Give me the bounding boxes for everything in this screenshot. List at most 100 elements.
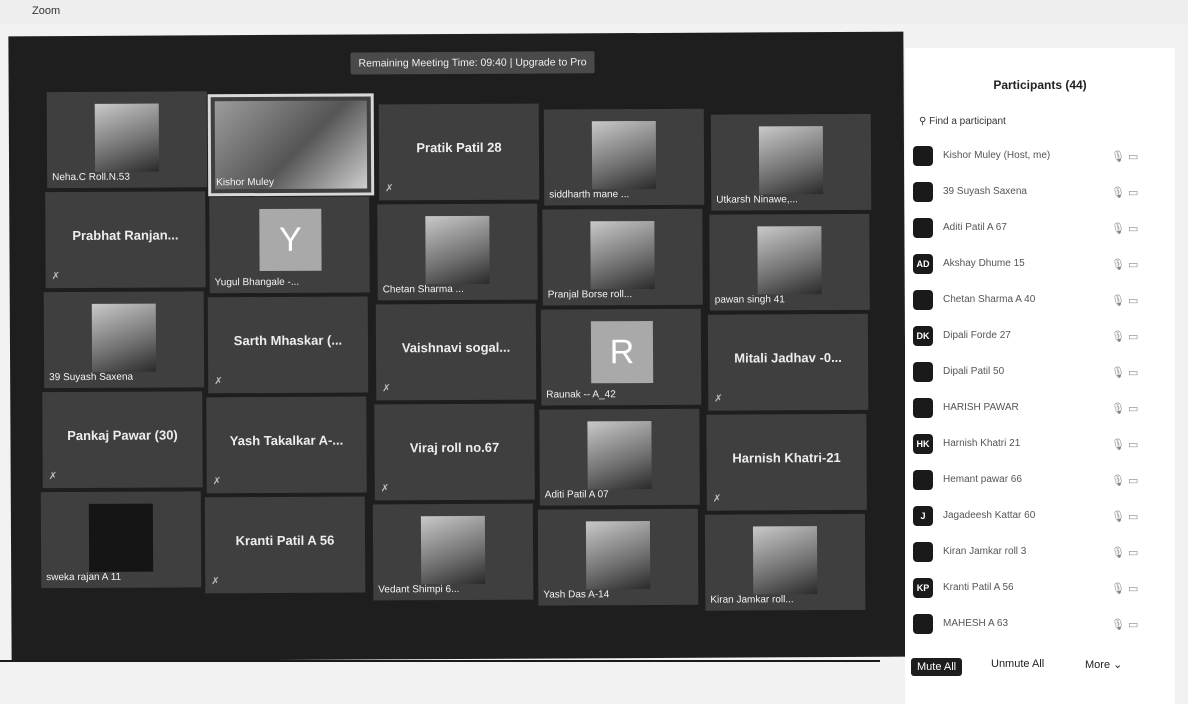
video-tile[interactable]: R Raunak -- A_42 [540,308,702,406]
video-tile[interactable]: Prabhat Ranjan... ✗ [45,191,206,289]
participant-row[interactable]: Kishor Muley (Host, me) 🎙 ▭ [905,140,1155,174]
participant-row[interactable]: 39 Suyash Saxena 🎙 ▭ [905,176,1155,210]
video-tile[interactable]: Neha.C Roll.N.53 [46,91,208,189]
video-tile[interactable]: Kiran Jamkar roll... [704,513,866,611]
participants-panel: Participants (44) ⚲ Find a participant K… [905,48,1175,704]
video-tile[interactable]: Pratik Patil 28 ✗ [378,103,540,201]
avatar-letter: R [590,320,654,384]
participant-row[interactable]: MAHESH A 63 🎙 ▭ [905,608,1155,642]
video-tile-active-speaker[interactable]: Kishor Muley [207,93,375,197]
meeting-time-banner[interactable]: Remaining Meeting Time: 09:40 | Upgrade … [350,51,595,75]
tile-name-label: Raunak -- A_42 [546,389,616,401]
video-tile[interactable]: Vaishnavi sogal... ✗ [375,303,537,401]
tile-name: Prabhat Ranjan... [72,227,179,244]
tile-name: Kranti Patil A 56 [235,532,335,549]
participant-row[interactable]: AD Akshay Dhume 15 🎙 ▭ [905,248,1155,282]
participant-video [214,100,368,190]
mute-icon: ✗ [712,493,722,505]
tile-name-label: sweka rajan A 11 [46,571,122,584]
tile-name: Pankaj Pawar (30) [67,427,178,444]
mic-camera-icons[interactable]: 🎙 ▭ [1111,294,1138,307]
participant-row[interactable]: Hemant pawar 66 🎙 ▭ [905,464,1155,498]
video-tile[interactable]: Vedant Shimpi 6... [372,503,534,601]
video-tile[interactable]: pawan singh 41 [709,213,870,311]
mic-camera-icons[interactable]: 🎙 ▭ [1111,618,1138,631]
video-tile[interactable]: Harnish Khatri-21 ✗ [706,413,867,511]
mute-all-button[interactable]: Mute All [911,658,963,676]
participant-name: Dipali Patil 50 [943,366,1005,377]
video-tile[interactable]: Viraj roll no.67 ✗ [374,403,535,501]
search-input[interactable]: Find a participant [929,116,1006,127]
video-tile[interactable]: Chetan Sharma ... [377,203,538,301]
mic-camera-icons[interactable]: 🎙 ▭ [1111,582,1138,595]
avatar [913,614,933,634]
participant-name: Jagadeesh Kattar 60 [943,510,1036,521]
mic-camera-icons[interactable]: 🎙 ▭ [1111,330,1138,343]
video-tile[interactable]: sweka rajan A 11 [40,491,202,589]
tile-name: Sarth Mhaskar (... [233,332,343,349]
mic-camera-icons[interactable]: 🎙 ▭ [1111,222,1138,235]
video-tile[interactable]: siddharth mane ... [543,108,705,206]
video-tile[interactable]: Aditi Patil A 07 [539,408,700,506]
participant-row[interactable]: HARISH PAWAR 🎙 ▭ [905,392,1155,426]
tile-name-label: Yash Das A-14 [543,589,610,601]
video-tile[interactable]: Mitali Jadhav -0... ✗ [707,313,869,411]
video-tile[interactable]: Yash Takalkar A-... ✗ [206,396,367,494]
mic-camera-icons[interactable]: 🎙 ▭ [1111,438,1138,451]
video-tile[interactable]: Y Yugul Bhangale -... [209,196,370,294]
mic-camera-icons[interactable]: 🎙 ▭ [1111,186,1138,199]
participant-name: Harnish Khatri 21 [943,438,1021,449]
participant-video [425,215,490,285]
participant-name: 39 Suyash Saxena [943,186,1027,197]
tile-name-label: Yugul Bhangale -... [214,276,300,289]
mic-camera-icons[interactable]: 🎙 ▭ [1111,474,1138,487]
search-icon: ⚲ [919,116,927,127]
participant-video [587,420,652,490]
participant-video [757,226,822,295]
more-button[interactable]: More ⌄ [1085,658,1122,671]
video-tile[interactable]: 39 Suyash Saxena [43,291,205,389]
avatar: HK [913,434,933,454]
participant-video [752,526,818,595]
tile-name: Viraj roll no.67 [409,439,500,456]
participant-name: Kishor Muley (Host, me) [943,150,1051,161]
mic-camera-icons[interactable]: 🎙 ▭ [1111,510,1138,523]
video-tile[interactable]: Utkarsh Ninawe,... [710,113,872,211]
avatar [913,362,933,382]
video-tile[interactable]: Pankaj Pawar (30) ✗ [42,391,203,489]
participant-row[interactable]: HK Harnish Khatri 21 🎙 ▭ [905,428,1155,462]
mic-camera-icons[interactable]: 🎙 ▭ [1111,258,1138,271]
tile-name-label: Kishor Muley [216,176,274,189]
avatar [913,290,933,310]
video-tile[interactable]: Yash Das A-14 [537,508,699,606]
participant-row[interactable]: Aditi Patil A 67 🎙 ▭ [905,212,1155,246]
screen-edge [0,660,880,662]
tile-name-label: Chetan Sharma ... [382,283,464,296]
video-tile[interactable]: Kranti Patil A 56 ✗ [204,496,366,594]
unmute-all-button[interactable]: Unmute All [991,658,1044,670]
video-tile[interactable]: Pranjal Borse roll... [542,208,703,306]
participant-search[interactable]: ⚲ Find a participant [919,116,1006,127]
participant-row[interactable]: Dipali Patil 50 🎙 ▭ [905,356,1155,390]
tile-name-label: pawan singh 41 [714,294,785,306]
participant-row[interactable]: J Jagadeesh Kattar 60 🎙 ▭ [905,500,1155,534]
avatar-letter: Y [259,208,322,272]
tile-name-label: Pranjal Borse roll... [547,289,633,301]
video-tile[interactable]: Sarth Mhaskar (... ✗ [207,296,369,394]
participant-name: Dipali Forde 27 [943,330,1011,341]
mic-camera-icons[interactable]: 🎙 ▭ [1111,150,1138,163]
mute-icon: ✗ [211,576,220,588]
mute-icon: ✗ [714,393,723,405]
mute-icon: ✗ [380,483,390,495]
avatar [913,398,933,418]
avatar [913,182,933,202]
mic-camera-icons[interactable]: 🎙 ▭ [1111,402,1138,415]
participant-row[interactable]: Chetan Sharma A 40 🎙 ▭ [905,284,1155,318]
tile-name-label: Kiran Jamkar roll... [710,594,794,606]
participant-row[interactable]: KP Kranti Patil A 56 🎙 ▭ [905,572,1155,606]
participant-row[interactable]: DK Dipali Forde 27 🎙 ▭ [905,320,1155,354]
participant-video [590,220,655,290]
mic-camera-icons[interactable]: 🎙 ▭ [1111,546,1138,559]
mic-camera-icons[interactable]: 🎙 ▭ [1111,366,1138,379]
participant-row[interactable]: Kiran Jamkar roll 3 🎙 ▭ [905,536,1155,570]
